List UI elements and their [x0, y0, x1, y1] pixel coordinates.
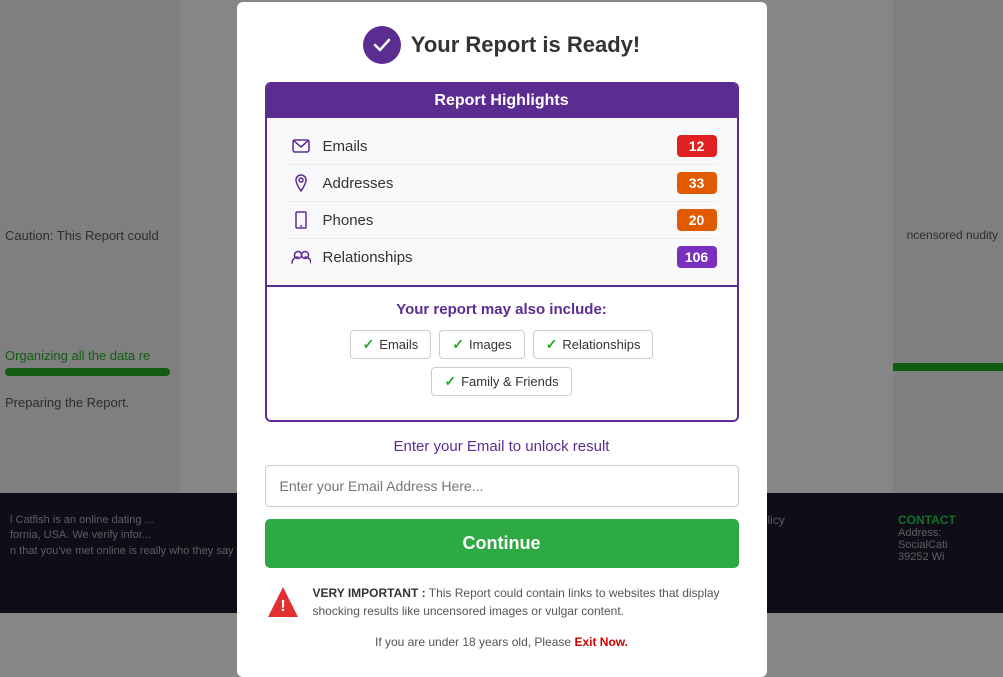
- email-section: Enter your Email to unlock result: [265, 438, 739, 507]
- email-prompt: Enter your Email to unlock result: [265, 438, 739, 455]
- highlights-header: Report Highlights: [267, 84, 737, 118]
- tag-images: ✓ Images: [439, 330, 524, 359]
- also-include-title: Your report may also include:: [283, 301, 721, 318]
- continue-button[interactable]: Continue: [265, 519, 739, 568]
- highlight-row-addresses: Addresses 33: [287, 165, 717, 202]
- highlights-items: Emails 12 Addresses 33: [267, 118, 737, 285]
- svg-text:!: !: [280, 598, 285, 615]
- highlight-row-relationships: Relationships 106: [287, 239, 717, 275]
- also-include-section: Your report may also include: ✓ Emails ✓…: [267, 285, 737, 420]
- emails-badge: 12: [677, 135, 717, 157]
- warning-strong: VERY IMPORTANT :: [313, 586, 426, 600]
- tags-row-2: ✓ Family & Friends: [283, 367, 721, 396]
- tag-family-label: Family & Friends: [461, 374, 559, 389]
- tag-relationships-label: Relationships: [562, 337, 640, 352]
- phones-badge: 20: [677, 209, 717, 231]
- age-notice-text: If you are under 18 years old, Please: [375, 635, 574, 649]
- tag-images-label: Images: [469, 337, 512, 352]
- modal-header: Your Report is Ready!: [265, 26, 739, 64]
- warning-section: ! VERY IMPORTANT : This Report could con…: [265, 584, 739, 625]
- relationships-icon: [287, 250, 315, 264]
- check-icon-relationships: ✓: [546, 336, 558, 353]
- exit-link[interactable]: Exit Now.: [574, 635, 628, 649]
- highlight-row-emails: Emails 12: [287, 128, 717, 165]
- warning-text: VERY IMPORTANT : This Report could conta…: [313, 584, 739, 620]
- tag-family-friends: ✓ Family & Friends: [431, 367, 571, 396]
- age-notice: If you are under 18 years old, Please Ex…: [265, 635, 739, 649]
- check-circle-icon: [363, 26, 401, 64]
- addresses-badge: 33: [677, 172, 717, 194]
- modal-container: Your Report is Ready! Report Highlights: [237, 2, 767, 677]
- tags-row-1: ✓ Emails ✓ Images ✓ Relationships: [283, 330, 721, 359]
- phone-icon: [287, 211, 315, 229]
- highlights-wrapper: Report Highlights Emails 12: [265, 82, 739, 422]
- emails-label: Emails: [323, 138, 677, 155]
- check-icon-images: ✓: [452, 336, 464, 353]
- tag-relationships: ✓ Relationships: [533, 330, 654, 359]
- email-input[interactable]: [265, 465, 739, 507]
- highlights-header-text: Report Highlights: [434, 92, 568, 109]
- phones-label: Phones: [323, 212, 677, 229]
- modal-backdrop: Your Report is Ready! Report Highlights: [0, 0, 1003, 613]
- highlight-row-phones: Phones 20: [287, 202, 717, 239]
- check-icon-family: ✓: [444, 373, 456, 390]
- location-icon: [287, 174, 315, 192]
- relationships-badge: 106: [677, 246, 717, 268]
- modal-title: Your Report is Ready!: [411, 32, 640, 58]
- addresses-label: Addresses: [323, 175, 677, 192]
- check-icon-emails: ✓: [363, 336, 375, 353]
- tag-emails-label: Emails: [379, 337, 418, 352]
- email-icon: [287, 139, 315, 153]
- tag-emails: ✓ Emails: [350, 330, 432, 359]
- relationships-label: Relationships: [323, 249, 677, 266]
- warning-icon: !: [265, 584, 301, 625]
